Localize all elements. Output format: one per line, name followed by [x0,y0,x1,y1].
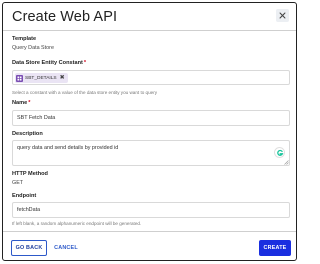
endpoint-input[interactable] [12,202,290,218]
create-button[interactable]: CREATE [259,240,291,256]
close-icon [279,12,286,19]
entity-constant-label-text: Data Store Entity Constant [12,60,83,66]
required-mark: * [28,100,31,106]
template-label: Template [12,36,37,42]
http-method-value: GET [12,180,24,186]
grammar-assistant-icon[interactable] [274,147,285,158]
go-back-button[interactable]: GO BACK [11,240,47,256]
resize-grip-icon[interactable] [284,160,289,165]
name-label-text: Name [12,100,28,106]
footer-divider [3,231,296,232]
dialog-header: Create Web API [3,3,296,31]
endpoint-hint: If left blank, a random alphanumeric end… [12,221,142,226]
name-input[interactable] [12,110,290,126]
dialog-title: Create Web API [12,9,118,25]
endpoint-label: Endpoint [12,193,37,199]
description-label: Description [12,131,43,137]
create-web-api-dialog: Create Web API Template Query Data Store… [2,2,297,261]
entity-constant-label: Data Store Entity Constant* [12,60,86,66]
entity-chip-label: SBT_DETAILS [25,75,57,81]
chip-remove-icon[interactable]: ✖ [60,75,65,81]
entity-constant-hint: Select a constant with a value of the da… [12,90,158,95]
http-method-label: HTTP Method [12,171,48,177]
cancel-button[interactable]: CANCEL [51,240,81,256]
required-mark: * [83,60,87,66]
description-textarea[interactable]: query data and send details by provided … [12,140,290,166]
entity-constant-picker[interactable]: SBT_DETAILS ✖ [12,70,290,85]
close-button[interactable] [276,9,289,22]
name-label: Name* [12,100,30,106]
entity-icon [16,74,23,82]
entity-chip: SBT_DETAILS ✖ [15,73,68,83]
template-value: Query Data Store [12,45,54,51]
